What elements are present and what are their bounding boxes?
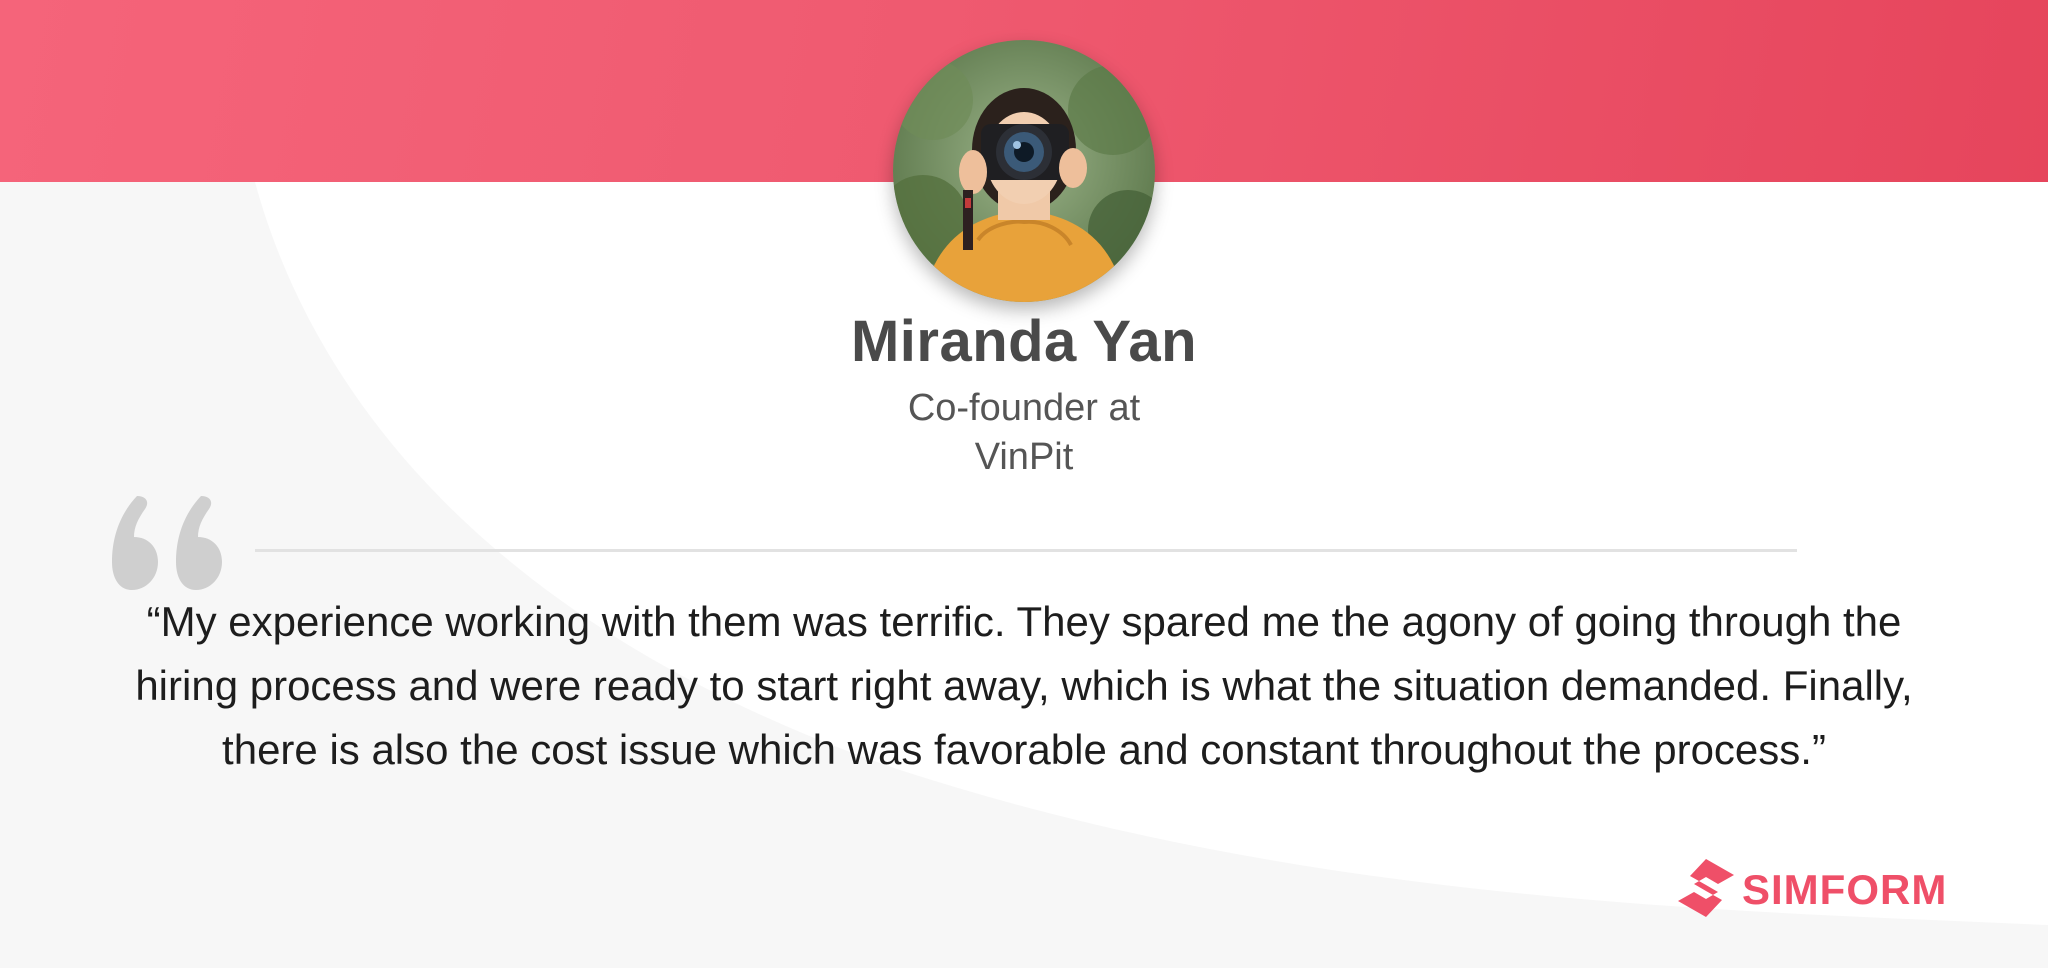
person-role: Co-founder at VinPit [824,384,1224,482]
person-role-title: Co-founder at [907,387,1141,429]
testimonial-text: “My experience working with them was ter… [135,598,1913,773]
quote-mark-icon [112,492,224,599]
brand-logo[interactable]: SIMFORM [1678,858,1948,922]
divider-line [255,549,1797,552]
brand-name: SIMFORM [1742,866,1948,913]
avatar [893,40,1155,302]
simform-logo-icon [1678,858,1734,922]
person-name: Miranda Yan [850,309,1198,374]
person-company: VinPit [974,436,1074,478]
